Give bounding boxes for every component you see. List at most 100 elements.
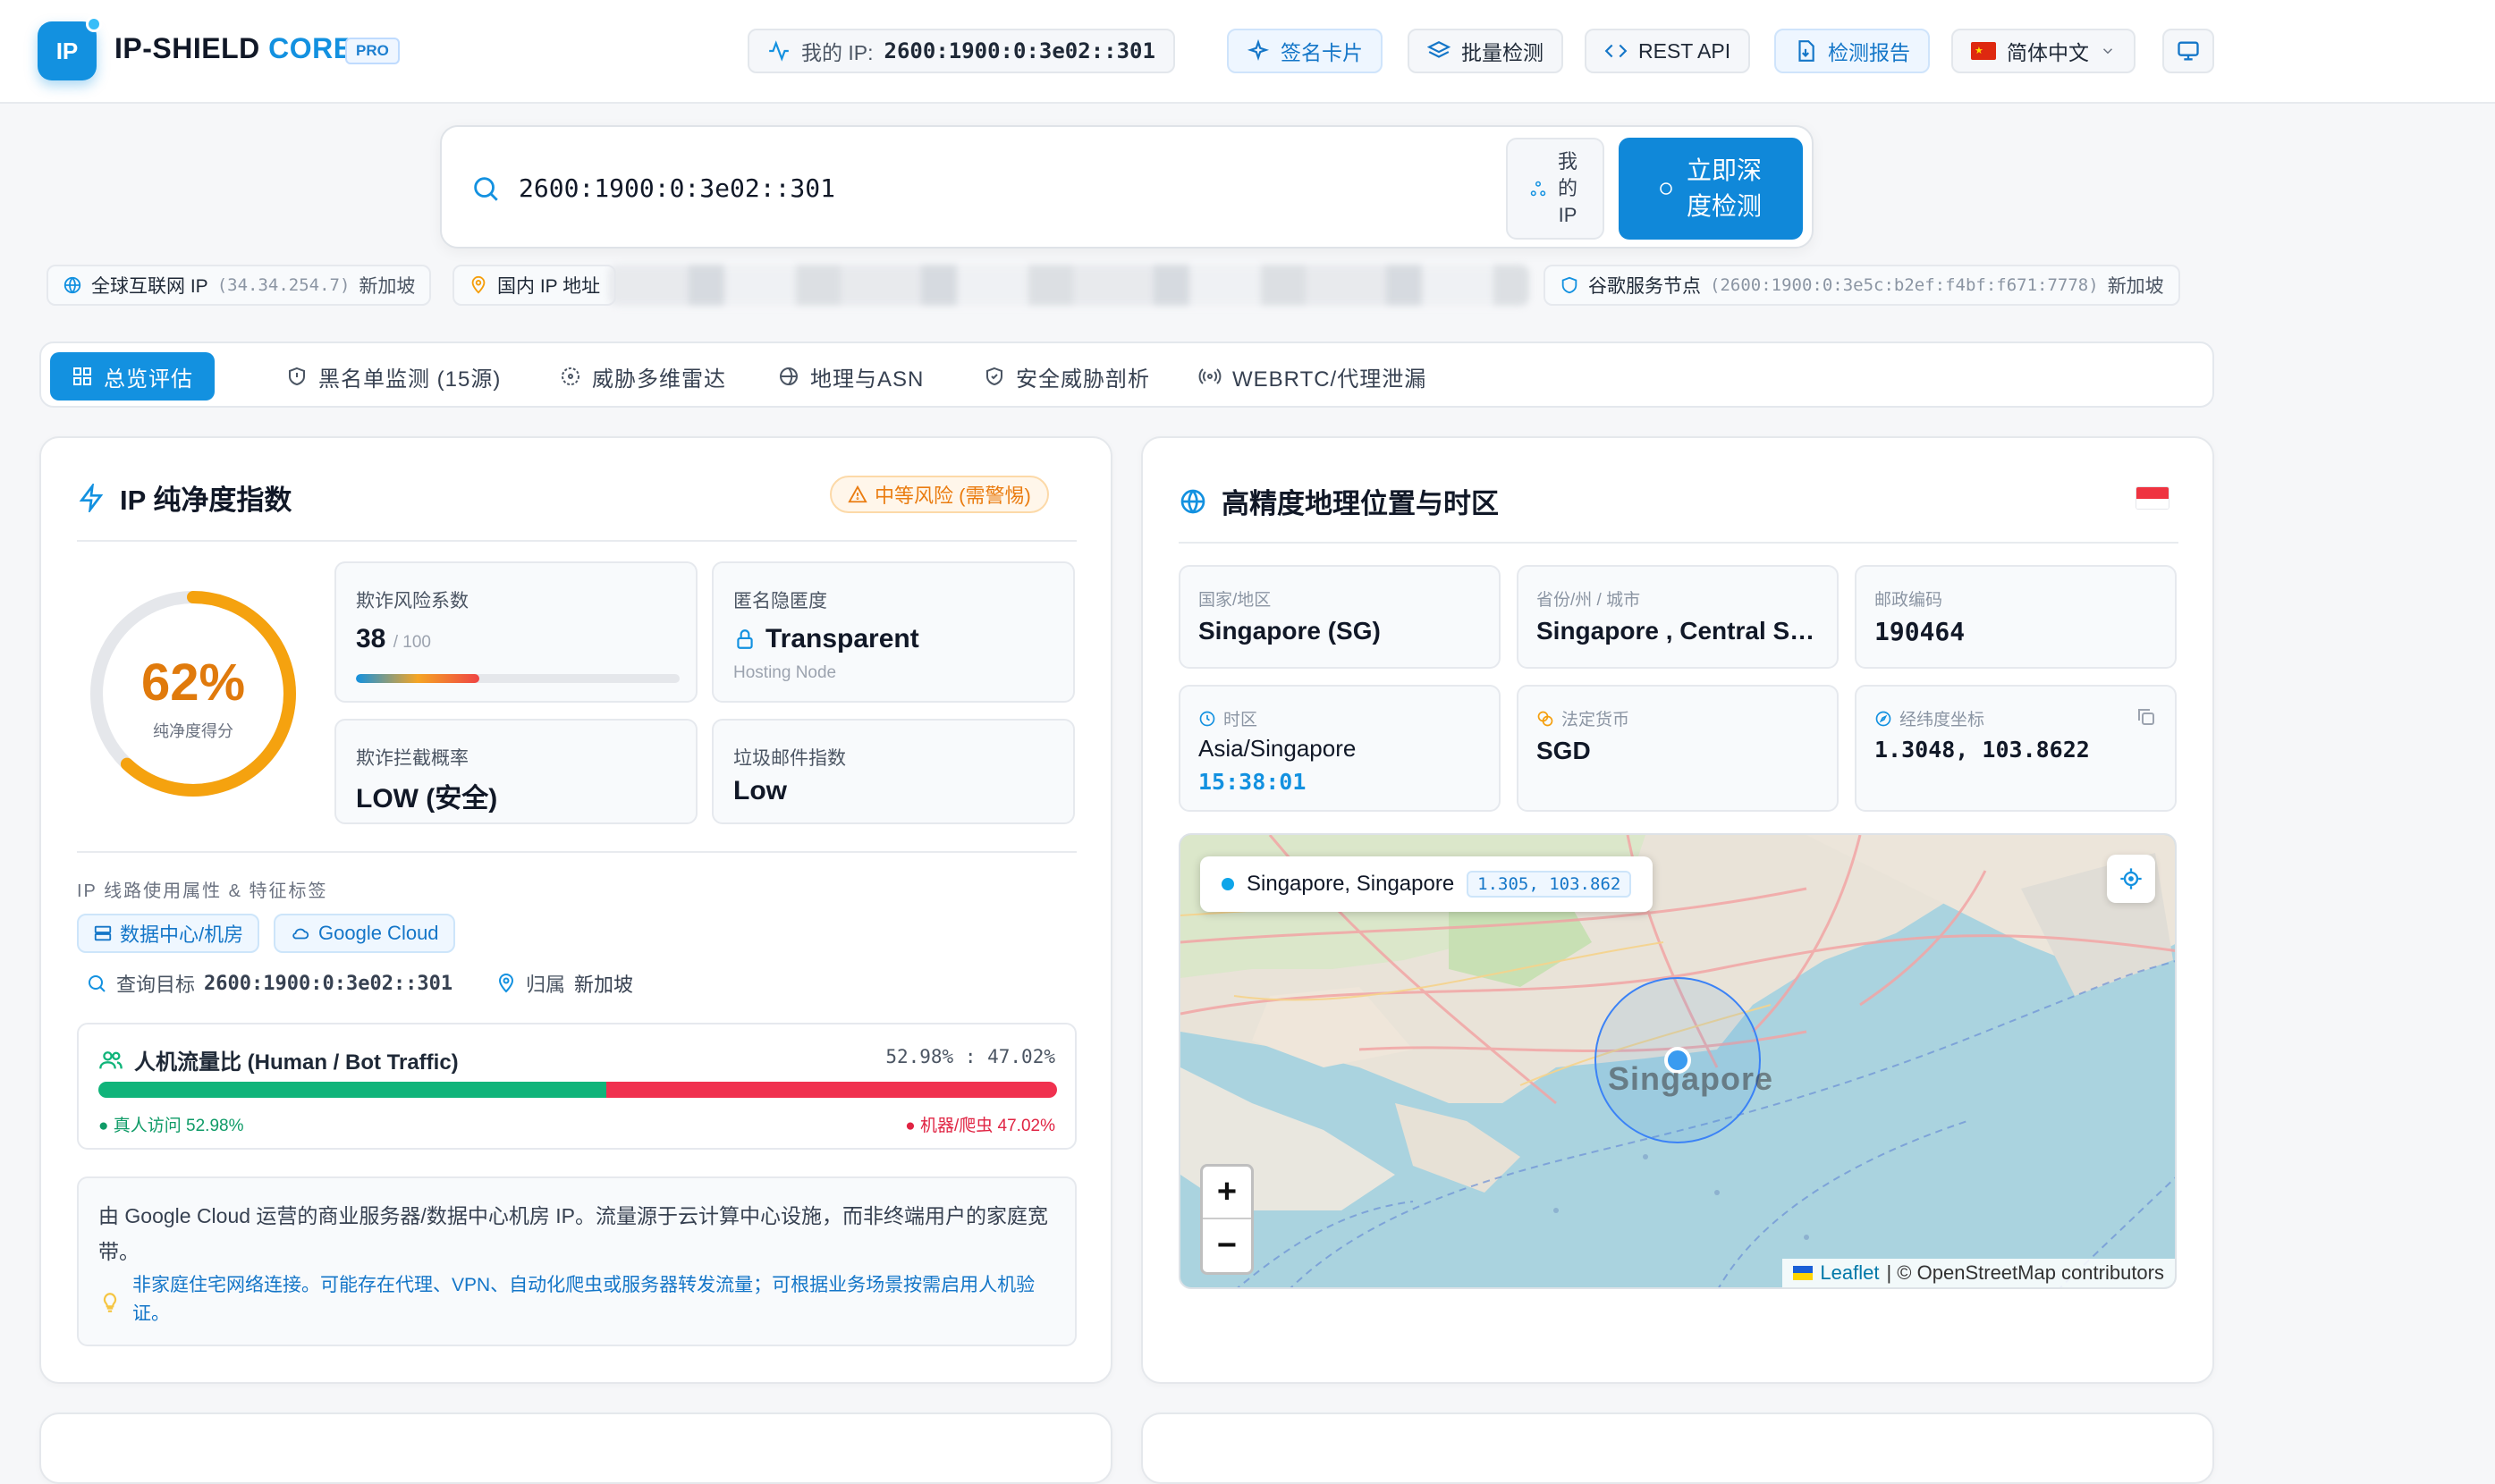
map-pin-icon (498, 974, 514, 993)
tab-overview[interactable]: 总览评估 (50, 352, 215, 401)
description-note: 非家庭住宅网络连接。可能存在代理、VPN、自动化爬虫或服务器转发流量；可根据业务… (132, 1275, 1036, 1324)
anonymity-label: 匿名隐匿度 (733, 591, 827, 611)
grid-icon (73, 367, 91, 385)
copy-icon[interactable] (2136, 706, 2157, 728)
brand-title: IP-SHIELD CORE (114, 32, 353, 64)
leaflet-link[interactable]: Leaflet (1820, 1261, 1879, 1285)
zoom-out-button[interactable]: − (1203, 1219, 1251, 1272)
ip-description: 由 Google Cloud 运营的商业服务器/数据中心机房 IP。流量源于云计… (77, 1176, 1077, 1346)
tab-overview-label: 总览评估 (104, 367, 193, 392)
activity-icon (769, 40, 789, 62)
my-ip-button[interactable]: 我的IP (1506, 138, 1604, 240)
block-prob-label: 欺诈拦截概率 (356, 748, 469, 769)
anonymity-value: Transparent (733, 624, 919, 654)
shield-check-icon (986, 367, 1002, 386)
batch-check-label: 批量检测 (1461, 41, 1544, 64)
ua-flag-icon (1793, 1266, 1814, 1280)
google-node-label: 谷歌服务节点 (1588, 276, 1701, 297)
app-logo[interactable]: IP (38, 16, 102, 80)
region-card: 省份/州 / 城市 Singapore , Central Singapore (1517, 565, 1839, 669)
tab-threat-radar-label: 威胁多维雷达 (592, 367, 726, 392)
broadcast-icon (1198, 368, 1222, 384)
language-select[interactable]: ★ 简体中文 (1951, 29, 2136, 73)
users-icon (99, 1050, 123, 1068)
anonymity-card: 匿名隐匿度 Transparent Hosting Node (712, 561, 1075, 703)
bot-legend: ● 机器/爬虫 47.02% (905, 1117, 1055, 1135)
compass-icon (1875, 711, 1891, 726)
logo-dot (86, 16, 102, 32)
timezone-value: Asia/Singapore (1198, 735, 1357, 762)
code-icon (1604, 44, 1628, 58)
tab-security-threat[interactable]: 安全威胁剖析 (962, 352, 1171, 401)
redacted-area (608, 265, 1529, 306)
spam-index-label: 垃圾邮件指数 (733, 748, 846, 769)
google-node-chip[interactable]: 谷歌服务节点 (2600:1900:0:3e5c:b2ef:f4bf:f671:… (1544, 265, 2180, 306)
globe-icon (63, 276, 81, 294)
osm-attribution[interactable]: | © OpenStreetMap contributors (1886, 1261, 2164, 1285)
timezone-card: 时区 Asia/Singapore 15:38:01 (1179, 685, 1501, 812)
display-mode-button[interactable] (2162, 29, 2214, 73)
region-label: 省份/州 / 城市 (1536, 591, 1641, 610)
country-value: Singapore (SG) (1198, 617, 1381, 645)
domestic-ip-chip[interactable]: 国内 IP 地址 (452, 265, 617, 306)
deep-detect-button[interactable]: 立即深度检测 (1619, 138, 1803, 240)
region-value: Singapore , Central Singapore (1536, 617, 1821, 645)
tag-google-cloud[interactable]: Google Cloud (274, 914, 455, 953)
postal-label: 邮政编码 (1874, 591, 1943, 610)
human-traffic-bar (98, 1082, 606, 1098)
global-ip-chip[interactable]: 全球互联网 IP (34.34.254.7) 新加坡 (47, 265, 432, 306)
monitor-icon (2178, 41, 2199, 61)
crosshair-icon (2120, 868, 2142, 890)
spam-index-value: Low (733, 776, 787, 805)
tab-webrtc-label: WEBRTC/代理泄漏 (1232, 367, 1427, 392)
search-icon (89, 975, 106, 992)
traffic-bar (98, 1082, 1057, 1098)
batch-check-button[interactable]: 批量检测 (1408, 29, 1563, 73)
geo-divider (1179, 542, 2178, 544)
map-popup-label: Singapore, Singapore (1247, 872, 1455, 896)
global-ip-label: 全球互联网 IP (91, 276, 208, 297)
locate-button[interactable] (2107, 855, 2155, 903)
rest-api-button[interactable]: REST API (1585, 29, 1751, 73)
zoom-control: + − (1200, 1164, 1254, 1275)
attributes-label: IP 线路使用属性 & 特征标签 (77, 881, 328, 901)
my-ip-display[interactable]: 我的 IP: 2600:1900:0:3e02::301 (748, 29, 1175, 73)
currency-value: SGD (1536, 737, 1591, 764)
global-ip-location: 新加坡 (359, 276, 416, 297)
tab-geo-asn[interactable]: 地理与ASN (757, 352, 945, 401)
search-box: 我的IP 立即深度检测 (440, 125, 1814, 249)
tab-threat-radar[interactable]: 威胁多维雷达 (538, 352, 748, 401)
map-popup-coord: 1.305, 103.862 (1467, 871, 1632, 898)
globe-icon (780, 367, 798, 385)
ip-search-input[interactable] (519, 163, 1413, 213)
purity-score-value: 62% (140, 653, 246, 712)
tab-webrtc[interactable]: WEBRTC/代理泄漏 (1177, 352, 1448, 401)
block-prob-value: LOW (安全) (356, 784, 498, 814)
map-pin-icon (471, 275, 486, 294)
rest-api-label: REST API (1638, 38, 1731, 63)
cn-flag-icon: ★ (1971, 42, 1996, 60)
location-map[interactable]: Singapore Singapore, Singapore 1.305, 10… (1179, 833, 2177, 1289)
purity-title: IP 纯净度指数 (77, 477, 292, 518)
geo-title: 高精度地理位置与时区 (1179, 481, 1499, 521)
tab-blacklist[interactable]: 黑名单监测 (15源) (265, 352, 522, 401)
shield-icon (289, 367, 305, 386)
map-attribution: Leaflet | © OpenStreetMap contributors (1782, 1259, 2175, 1287)
report-button[interactable]: 检测报告 (1774, 29, 1930, 73)
global-ip-value: (34.34.254.7) (216, 275, 351, 295)
currency-card: 法定货币 SGD (1517, 685, 1839, 812)
server-icon (94, 925, 112, 941)
sparkles-icon (1247, 39, 1270, 62)
coins-icon (1537, 711, 1553, 726)
zoom-in-button[interactable]: + (1203, 1167, 1251, 1219)
description-text: 由 Google Cloud 运营的商业服务器/数据中心机房 IP。流量源于云计… (98, 1204, 1048, 1263)
signature-card-button[interactable]: 签名卡片 (1227, 29, 1383, 73)
tag-datacenter[interactable]: 数据中心/机房 (77, 914, 260, 953)
block-prob-card: 欺诈拦截概率 LOW (安全) (334, 719, 698, 824)
my-ip-button-label: 我的IP (1557, 150, 1577, 226)
pro-badge: PRO (345, 38, 400, 64)
popup-dot (1222, 878, 1234, 890)
human-legend: ● 真人访问 52.98% (98, 1117, 244, 1135)
traffic-title: 人机流量比 (Human / Bot Traffic) (98, 1044, 459, 1075)
coordinates-card: 经纬度坐标 1.3048, 103.8622 (1855, 685, 2177, 812)
